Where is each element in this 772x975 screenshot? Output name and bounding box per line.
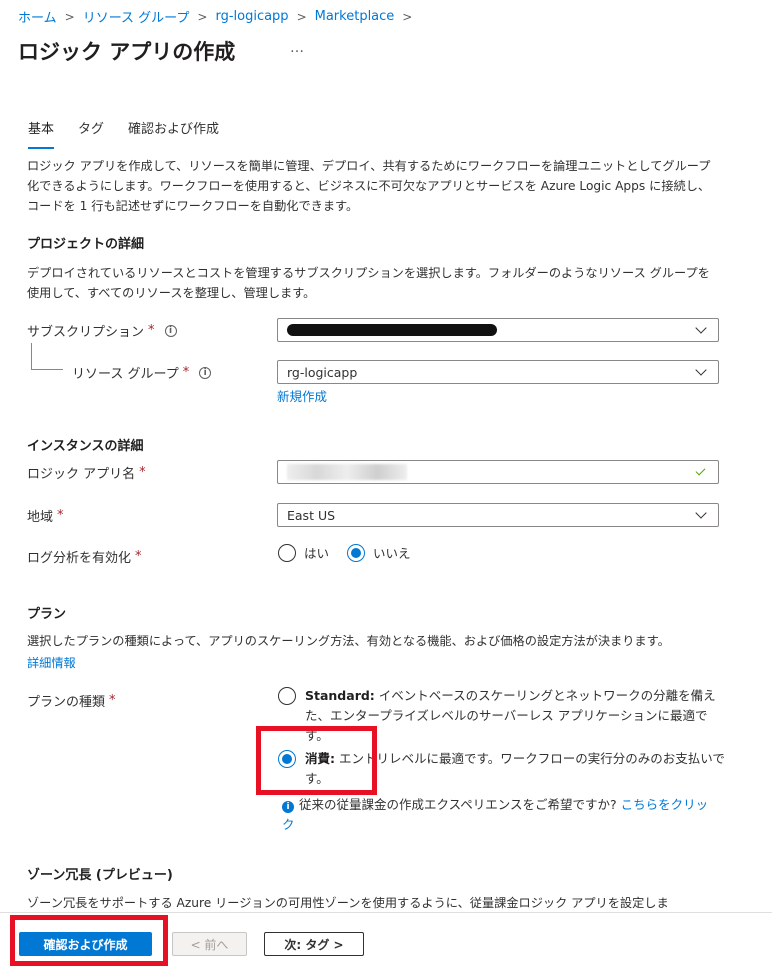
project-details-heading: プロジェクトの詳細 <box>27 237 145 252</box>
more-options-icon[interactable]: … <box>290 40 305 56</box>
plan-type-label-text: プランの種類 <box>27 695 106 710</box>
tree-connector <box>31 343 32 369</box>
redacted-value <box>287 464 407 480</box>
log-analytics-label: ログ分析を有効化 * <box>27 547 142 566</box>
breadcrumb-separator: > <box>402 9 413 24</box>
info-icon[interactable]: i <box>199 366 212 379</box>
region-value: East US <box>287 507 336 523</box>
legacy-experience-text: 従来の従量課金の作成エクスペリエンスをご希望ですか? <box>299 797 617 812</box>
zone-redundancy-heading: ゾーン冗長 (プレビュー) <box>27 868 173 883</box>
review-create-button[interactable]: 確認および作成 <box>19 932 152 956</box>
plan-standard-radio[interactable] <box>278 687 296 705</box>
info-icon[interactable]: i <box>164 324 177 337</box>
required-marker: * <box>57 508 64 523</box>
plan-heading: プラン <box>27 607 67 622</box>
region-label-text: 地域 <box>27 510 54 525</box>
resource-group-value: rg-logicapp <box>287 364 358 380</box>
region-label: 地域 * <box>27 506 64 525</box>
plan-type-label: プランの種類 * <box>27 691 116 710</box>
tab-bar: 基本 タグ 確認および作成 <box>28 118 243 149</box>
tab-review-create[interactable]: 確認および作成 <box>128 118 219 149</box>
zone-redundancy-description: ゾーン冗長をサポートする Azure リージョンの可用性ゾーンを使用するように、… <box>27 896 669 910</box>
subscription-label: サブスクリプション * i <box>27 321 177 340</box>
logic-app-name-label-text: ロジック アプリ名 <box>27 467 136 482</box>
tab-tags[interactable]: タグ <box>78 118 104 149</box>
chevron-down-icon <box>695 506 707 519</box>
project-details-description: デプロイされているリソースとコストを管理するサブスクリプションを選択します。フォ… <box>27 266 710 300</box>
resource-group-label: リソース グループ * i <box>72 363 212 382</box>
log-analytics-radio-group: はい いいえ <box>278 543 411 562</box>
breadcrumb-home[interactable]: ホーム <box>18 7 57 26</box>
log-analytics-no-label: いいえ <box>373 546 411 561</box>
log-analytics-label-text: ログ分析を有効化 <box>27 551 132 566</box>
legacy-experience-note: i 従来の従量課金の作成エクスペリエンスをご希望ですか? こちらをクリック <box>282 795 712 835</box>
required-marker: * <box>109 693 116 708</box>
next-tags-button[interactable]: 次: タグ > <box>264 932 364 956</box>
log-analytics-no-radio[interactable] <box>347 543 366 562</box>
resource-group-label-text: リソース グループ <box>72 367 179 382</box>
page-title: ロジック アプリの作成 <box>18 40 236 64</box>
log-analytics-yes-radio[interactable] <box>278 543 296 562</box>
breadcrumb-separator: > <box>64 9 75 24</box>
required-marker: * <box>182 365 190 380</box>
tab-basic[interactable]: 基本 <box>28 118 55 149</box>
subscription-label-text: サブスクリプション <box>27 325 145 340</box>
intro-text: ロジック アプリを作成して、リソースを簡単に管理、デプロイ、共有するためにワーク… <box>27 159 711 213</box>
breadcrumb-separator: > <box>197 9 208 24</box>
checkmark-icon <box>695 465 706 476</box>
breadcrumb: ホーム > リソース グループ > rg-logicapp > Marketpl… <box>18 7 420 26</box>
redacted-value <box>287 324 497 336</box>
highlight-box <box>256 726 377 795</box>
create-new-link[interactable]: 新規作成 <box>277 386 327 405</box>
breadcrumb-separator: > <box>296 9 307 24</box>
required-marker: * <box>135 549 142 564</box>
breadcrumb-rg-logicapp[interactable]: rg-logicapp <box>215 9 288 24</box>
breadcrumb-marketplace[interactable]: Marketplace <box>315 9 395 24</box>
region-dropdown[interactable]: East US <box>277 503 719 527</box>
logic-app-name-input[interactable] <box>277 460 719 484</box>
subscription-dropdown[interactable] <box>277 318 719 342</box>
instance-details-heading: インスタンスの詳細 <box>27 439 144 454</box>
plan-description: 選択したプランの種類によって、アプリのスケーリング方法、有効となる機能、および価… <box>27 634 670 648</box>
chevron-down-icon <box>695 321 707 334</box>
resource-group-dropdown[interactable]: rg-logicapp <box>277 360 719 384</box>
plan-standard-name: Standard: <box>305 688 375 703</box>
required-marker: * <box>148 323 155 338</box>
learn-more-link[interactable]: 詳細情報 <box>27 653 76 671</box>
logic-app-name-label: ロジック アプリ名 * <box>27 463 146 482</box>
tree-connector <box>31 369 63 370</box>
chevron-down-icon <box>695 363 707 376</box>
previous-button[interactable]: < 前へ <box>172 932 247 956</box>
info-icon: i <box>282 801 294 813</box>
required-marker: * <box>139 465 146 480</box>
log-analytics-yes-label: はい <box>304 546 330 561</box>
breadcrumb-resource-groups[interactable]: リソース グループ <box>83 7 190 26</box>
